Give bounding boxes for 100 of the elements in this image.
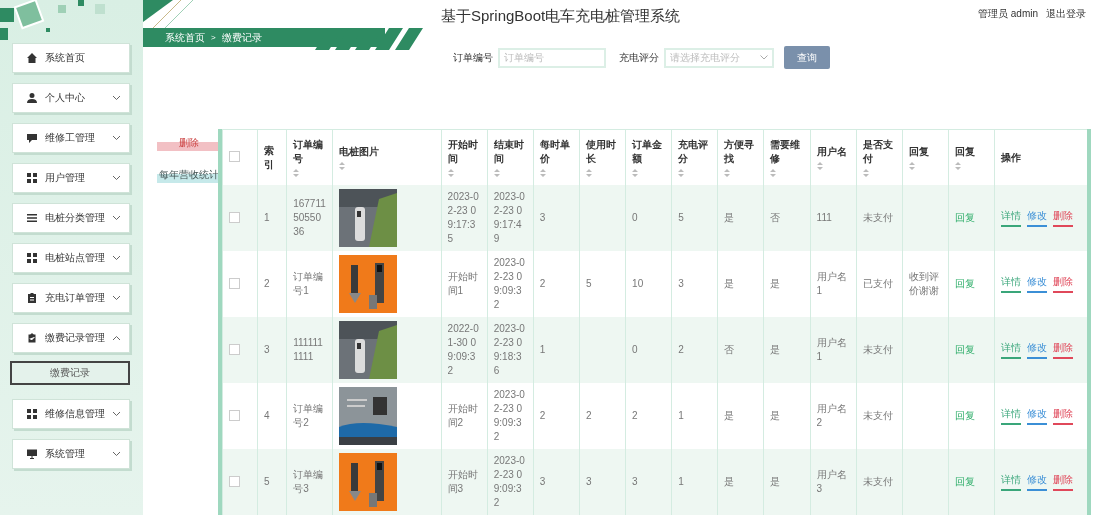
table-cell-text: 2023-02-23 09:09:32 [493,388,526,444]
column-header: 回复 [955,145,975,159]
table-cell-text: 2 [586,409,593,423]
table-cell-text: 未支付 [862,475,894,489]
statistics-button[interactable]: 每年营收统计 [156,167,221,183]
table-cell-text: 3 [678,277,685,291]
sort-icon[interactable] [816,162,823,170]
chevron-icon [112,451,121,457]
table-cell-text: 是 [770,475,782,489]
action-link[interactable]: 修改 [1027,473,1048,491]
chevron-icon [112,215,121,221]
sort-icon[interactable] [339,162,346,170]
menu-item[interactable]: 电桩站点管理 [12,243,130,273]
table-cell-text: 是 [770,343,782,357]
checkbox[interactable] [229,151,240,162]
column-header: 用户名 [816,145,847,159]
app-title: 基于SpringBoot电车充电桩管理系统 [441,7,681,26]
table-cell-text: 订单编号2 [293,402,325,430]
checkbox[interactable] [229,475,240,487]
table-cell-text: 1111111111 [293,336,324,364]
breadcrumb-current: 缴费记录 [221,30,262,45]
action-link[interactable]: 删除 [1053,407,1074,425]
table-cell-text: 2 [539,277,547,291]
menu-item[interactable]: 维修工管理 [12,123,130,153]
table-cell-text: 是 [724,277,736,291]
sort-icon[interactable] [632,169,639,177]
table-cell-text: 未支付 [862,409,894,423]
action-link[interactable]: 修改 [1027,209,1048,227]
action-link[interactable]: 详情 [1001,407,1022,425]
table-cell-text: 用户名1 [816,336,848,364]
sort-icon[interactable] [908,162,915,170]
reply-link[interactable]: 回复 [955,212,975,223]
search-button[interactable]: 查询 [784,46,830,69]
action-link[interactable]: 删除 [1053,209,1074,227]
table-cell-text: 2023-02-23 09:17:49 [493,190,526,246]
action-link[interactable]: 删除 [1053,473,1074,491]
checkbox[interactable] [229,211,240,223]
table-cell-text: 10 [632,277,645,291]
sort-icon[interactable] [493,169,500,177]
field-label: 充电评分 [619,50,659,65]
breadcrumb-link[interactable]: 系统首页 [165,30,205,45]
menu-item[interactable]: 系统管理 [12,439,130,469]
table-cell-text: 用户名3 [816,468,848,496]
action-link[interactable]: 修改 [1027,407,1048,425]
action-link[interactable]: 详情 [1001,473,1022,491]
action-link[interactable]: 修改 [1027,275,1048,293]
sort-icon[interactable] [447,169,454,177]
column-header: 是否支付 [862,138,894,166]
logout-link[interactable]: 退出登录 [1046,7,1086,21]
menu-item[interactable]: 用户管理 [12,163,130,193]
sort-icon[interactable] [770,169,777,177]
reply-link[interactable]: 回复 [955,410,975,421]
sort-icon[interactable] [955,162,961,170]
reply-link[interactable]: 回复 [955,476,975,487]
table-cell-text: 5 [264,475,271,489]
reply-link[interactable]: 回复 [955,278,975,289]
table-cell-text: 2 [539,409,547,423]
menu-item[interactable]: 系统首页 [12,43,130,73]
column-header: 电桩图片 [339,145,380,159]
checkbox[interactable] [229,343,240,355]
chevron-icon [112,335,121,341]
checkbox[interactable] [229,277,240,289]
table-cell-text: 是 [724,475,736,489]
table-cell-text: 未支付 [862,211,894,225]
action-link[interactable]: 修改 [1027,341,1048,359]
action-link[interactable]: 详情 [1001,209,1022,227]
menu-item[interactable]: 充电订单管理 [12,283,130,313]
action-link[interactable]: 详情 [1001,275,1022,293]
chevron-icon [112,175,121,181]
submenu-item[interactable]: 缴费记录 [10,361,130,385]
delete-button[interactable]: 删除 [156,135,221,151]
menu-item[interactable]: 个人中心 [12,83,130,113]
sort-icon[interactable] [862,169,869,177]
sort-icon[interactable] [678,169,685,177]
table-cell-text: 2 [632,409,639,423]
menu-item[interactable]: 缴费记录管理 [12,323,130,353]
table-cell-text: 未支付 [862,343,894,357]
reply-link[interactable]: 回复 [955,344,975,355]
table-cell-text: 5 [586,277,593,291]
column-header: 方便寻找 [724,138,756,166]
table-cell-text: 1 [678,409,685,423]
field-label: 订单编号 [453,50,493,65]
action-link[interactable]: 删除 [1053,275,1074,293]
menu-item[interactable]: 维修信息管理 [12,399,130,429]
table-cell-text: 0 [632,211,639,225]
table-cell-text: 2023-02-23 09:18:36 [493,322,526,378]
column-header: 充电评分 [678,138,710,166]
table-cell-text: 2023-02-23 09:09:32 [493,454,526,510]
action-link[interactable]: 删除 [1053,341,1074,359]
action-link[interactable]: 详情 [1001,341,1022,359]
chat-icon [27,133,37,143]
table-cell-text: 2022-01-30 09:09:32 [447,322,480,378]
menu-item[interactable]: 电桩分类管理 [12,203,130,233]
chevron-icon [112,255,121,261]
sort-icon[interactable] [586,169,592,177]
sort-icon[interactable] [724,169,731,177]
sort-icon[interactable] [539,169,546,177]
sort-icon[interactable] [293,169,300,177]
column-header: 索引 [264,143,276,172]
checkbox[interactable] [229,409,240,421]
